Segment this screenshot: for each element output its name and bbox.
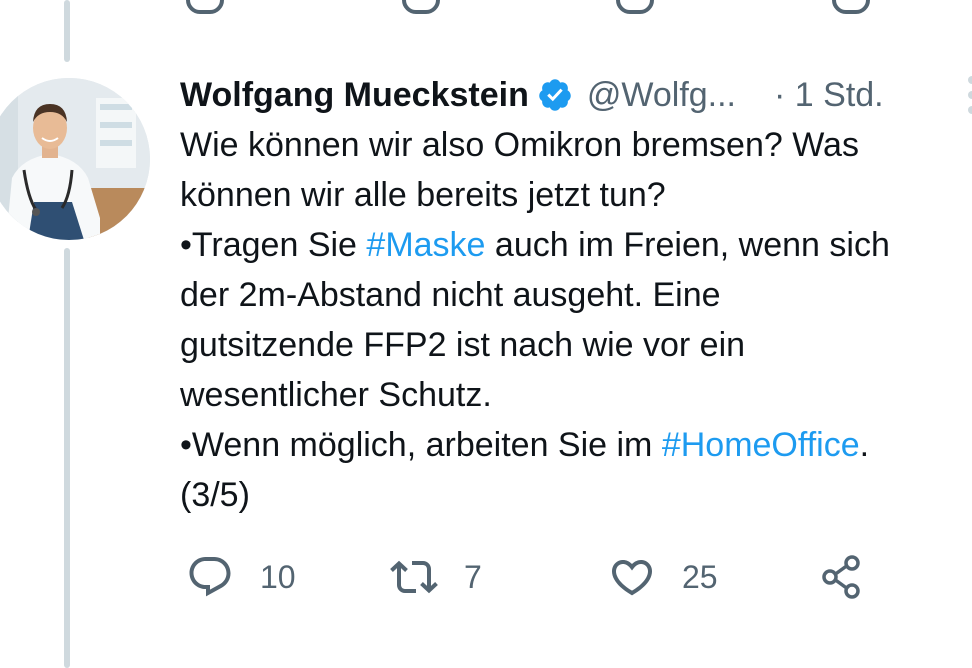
tweet-text-segment: .: [859, 426, 870, 464]
prev-share-icon[interactable]: [832, 0, 870, 14]
thread-line-top: [64, 0, 70, 62]
tweet[interactable]: Wolfgang Mueckstein @Wolfg... · 1 Std. W…: [180, 72, 972, 520]
avatar[interactable]: [0, 78, 150, 240]
tweet-text-line: wesentlicher Schutz.: [180, 370, 972, 420]
tweet-text-line: •Wenn möglich, arbeiten Sie im #HomeOffi…: [180, 420, 972, 470]
tweet-text-line: der 2m-Abstand nicht ausgeht. Eine: [180, 270, 972, 320]
previous-tweet-actions: [180, 0, 900, 14]
tweet-text-segment: wesentlicher Schutz.: [180, 376, 492, 414]
reply-icon: [189, 557, 231, 597]
like-count: 25: [682, 558, 718, 595]
tweet-text: Wie können wir also Omikron bremsen? Was…: [180, 120, 972, 520]
tweet-text-segment: der 2m-Abstand nicht ausgeht. Eine: [180, 276, 721, 314]
tweet-text-segment: Wie können wir also Omikron bremsen? Was: [180, 126, 859, 164]
like-button[interactable]: 25: [608, 552, 718, 602]
tweet-actions: 10 7 25: [184, 552, 884, 602]
tweet-text-segment: gutsitzende FFP2 ist nach wie vor ein: [180, 326, 746, 364]
tweet-text-segment: (3/5): [180, 476, 250, 514]
thread-line-bottom: [64, 248, 70, 668]
tweet-text-line: gutsitzende FFP2 ist nach wie vor ein: [180, 320, 972, 370]
prev-heart-icon[interactable]: [616, 0, 654, 14]
tweet-text-segment: können wir alle bereits jetzt tun?: [180, 176, 666, 214]
handle[interactable]: @Wolfg...: [587, 72, 736, 118]
timestamp[interactable]: · 1 Std.: [774, 72, 884, 118]
verified-badge-icon: [539, 79, 571, 111]
avatar-photo: [0, 78, 150, 240]
heart-icon: [611, 560, 653, 596]
tweet-text-line: Wie können wir also Omikron bremsen? Was: [180, 120, 972, 170]
tweet-text-line: (3/5): [180, 470, 972, 520]
tweet-text-segment: auch im Freien, wenn sich: [485, 226, 890, 264]
hashtag-link[interactable]: #Maske: [366, 226, 485, 264]
prev-reply-icon[interactable]: [186, 0, 224, 14]
tweet-text-segment: •Tragen Sie: [180, 226, 367, 264]
hashtag-link[interactable]: #HomeOffice: [662, 426, 860, 464]
share-button[interactable]: [818, 552, 866, 602]
retweet-button[interactable]: 7: [390, 552, 482, 602]
more-icon[interactable]: [966, 72, 972, 118]
display-name[interactable]: Wolfgang Mueckstein: [180, 72, 529, 118]
prev-retweet-icon[interactable]: [402, 0, 440, 14]
tweet-text-segment: •Wenn möglich, arbeiten Sie im: [180, 426, 662, 464]
tweet-text-line: •Tragen Sie #Maske auch im Freien, wenn …: [180, 220, 972, 270]
tweet-text-line: können wir alle bereits jetzt tun?: [180, 170, 972, 220]
retweet-count: 7: [464, 558, 482, 595]
tweet-header: Wolfgang Mueckstein @Wolfg... · 1 Std.: [180, 72, 972, 118]
retweet-icon: [390, 560, 438, 594]
share-icon: [822, 555, 860, 599]
reply-button[interactable]: 10: [186, 552, 296, 602]
reply-count: 10: [260, 558, 296, 595]
